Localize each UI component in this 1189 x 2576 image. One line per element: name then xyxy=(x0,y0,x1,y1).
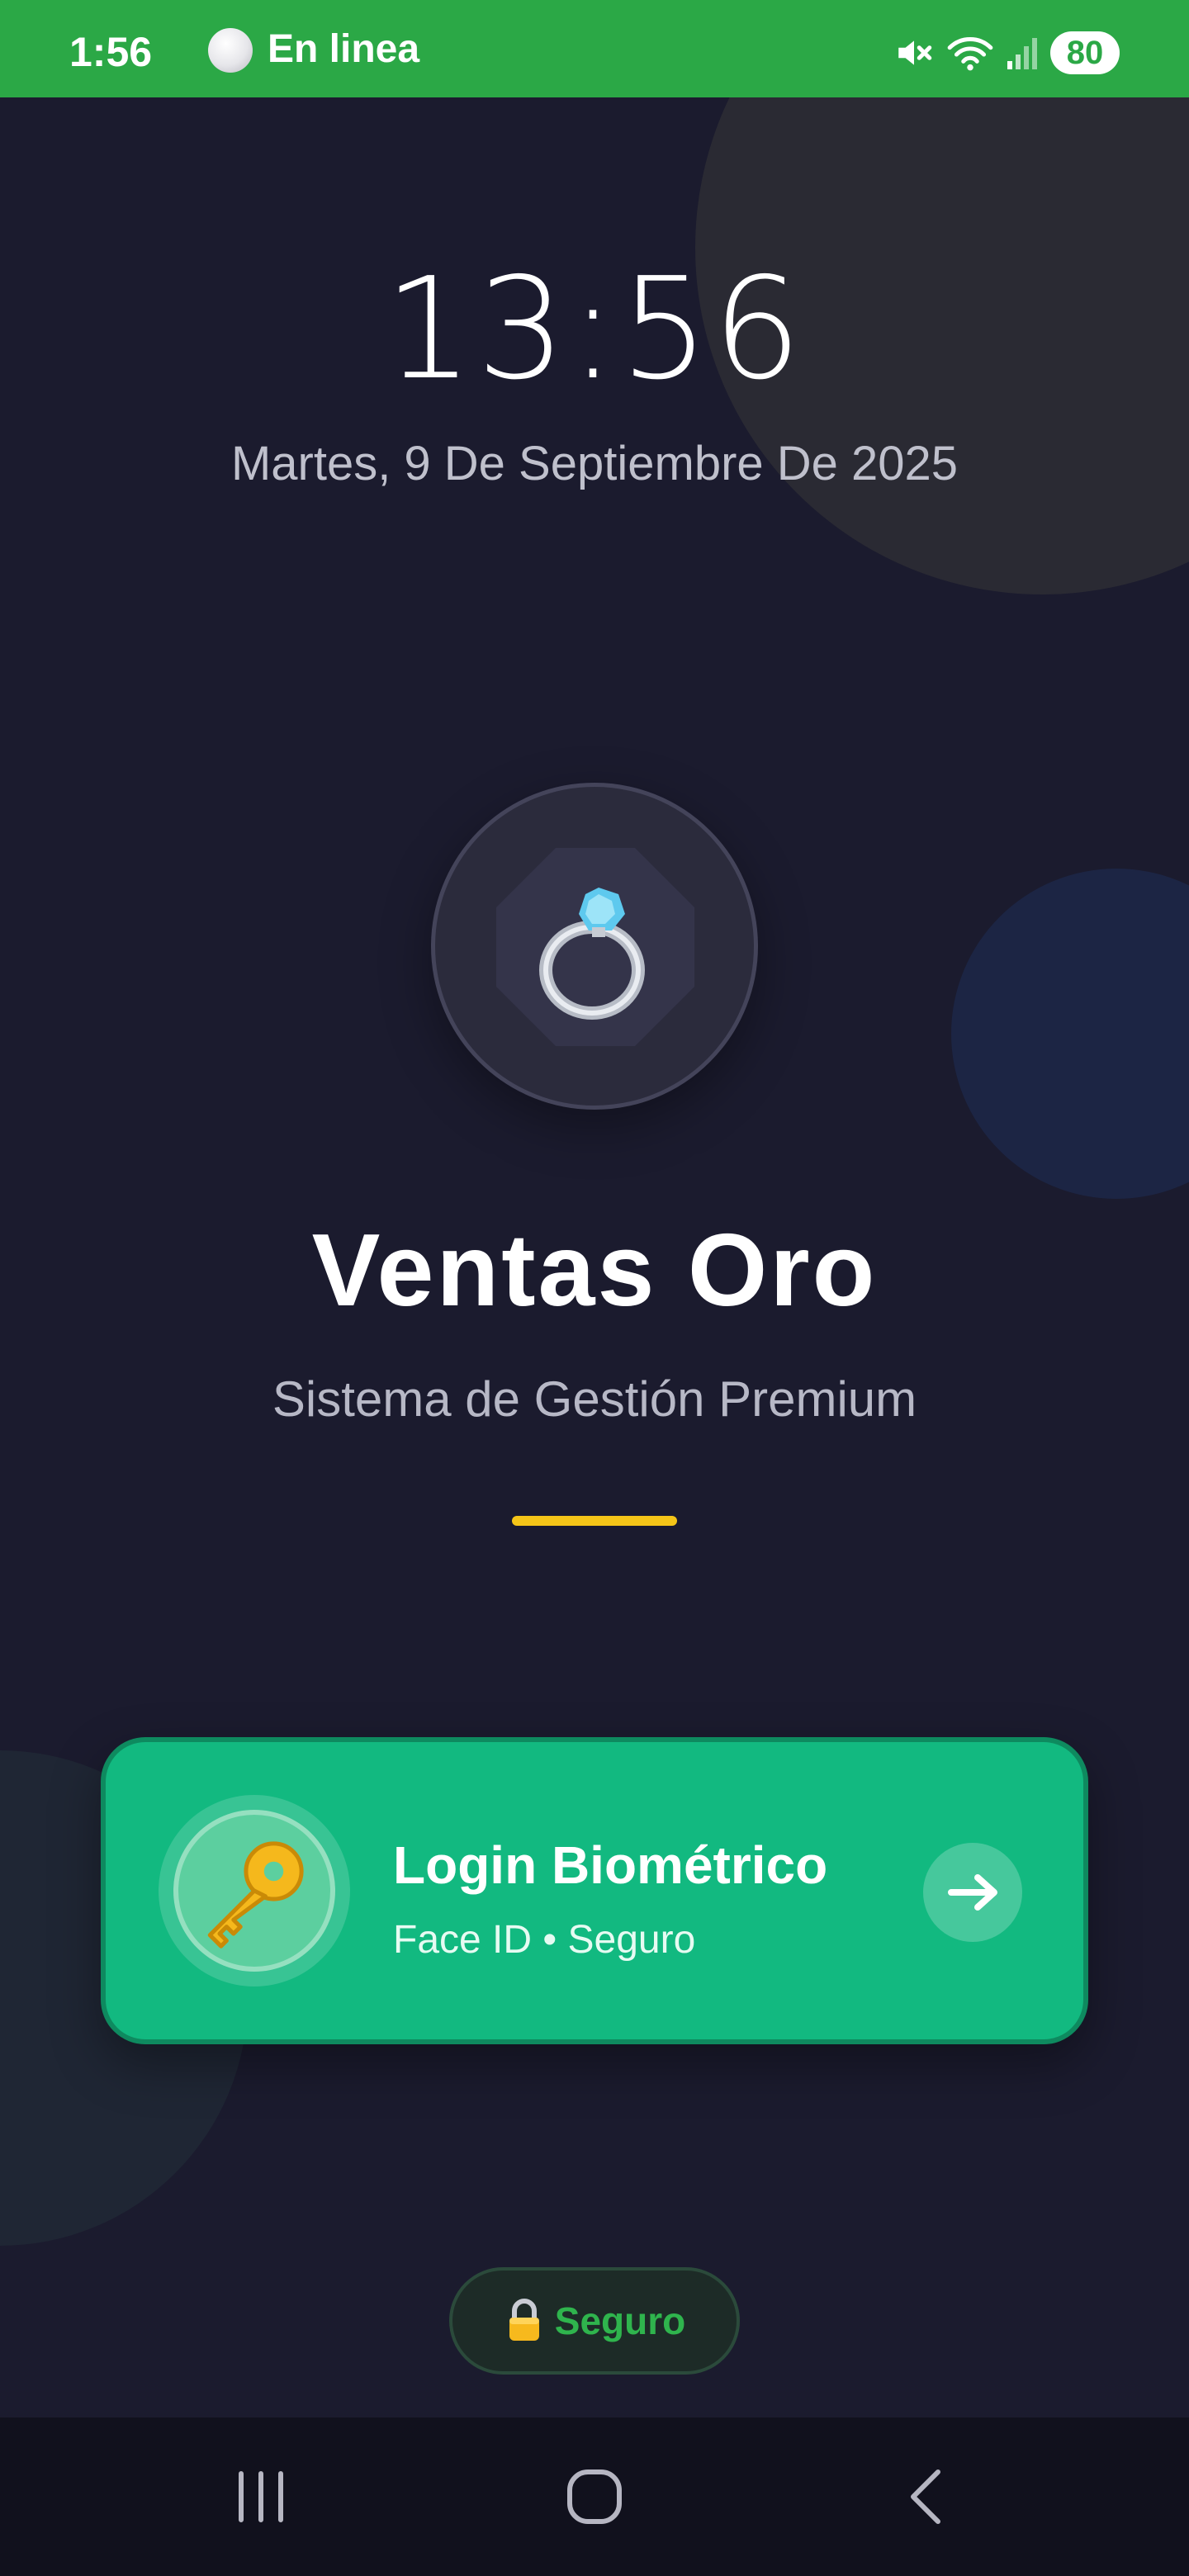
back-icon xyxy=(911,2469,940,2524)
wifi-icon xyxy=(947,37,993,71)
home-icon xyxy=(567,2469,622,2524)
home-button[interactable] xyxy=(545,2464,644,2530)
secure-label: Seguro xyxy=(554,2299,686,2342)
ring-icon xyxy=(539,888,645,1020)
lock-icon xyxy=(509,2299,539,2341)
status-time: 1:56 xyxy=(69,29,153,75)
secure-badge: Seguro xyxy=(449,2267,740,2375)
login-arrow-button[interactable] xyxy=(923,1843,1022,1942)
login-subtitle: Face ID • Seguro xyxy=(393,1918,696,1962)
battery-indicator: 80 xyxy=(1050,31,1120,74)
arrow-right-icon xyxy=(948,1874,997,1911)
status-bar: 1:56 En linea 80 xyxy=(0,0,1189,97)
navigation-bar xyxy=(0,2417,1189,2576)
online-status-dot-icon xyxy=(208,28,253,73)
back-button[interactable] xyxy=(879,2464,978,2530)
status-icons: 80 xyxy=(893,30,1120,76)
key-icon xyxy=(207,1841,304,1949)
signal-icon xyxy=(1007,38,1037,69)
recent-apps-button[interactable] xyxy=(211,2464,310,2530)
online-status-label: En linea xyxy=(268,27,420,71)
lock-screen: 1:56 En linea 80 13:56 Martes, 9 De Sept… xyxy=(0,0,1189,2576)
app-subtitle: Sistema de Gestión Premium xyxy=(272,1371,917,1427)
biometric-login-button[interactable]: Login Biométrico Face ID • Seguro xyxy=(101,1737,1088,2044)
lock-date: Martes, 9 De Septiembre De 2025 xyxy=(230,437,959,490)
recent-apps-icon xyxy=(239,2471,283,2522)
login-title: Login Biométrico xyxy=(393,1835,828,1895)
lock-clock: 13:56 xyxy=(384,248,805,411)
mute-icon xyxy=(898,40,932,65)
app-logo xyxy=(431,783,758,1110)
accent-divider xyxy=(512,1516,677,1526)
app-title: Ventas Oro xyxy=(311,1214,878,1328)
decorative-circle-mid-right xyxy=(951,869,1189,1199)
